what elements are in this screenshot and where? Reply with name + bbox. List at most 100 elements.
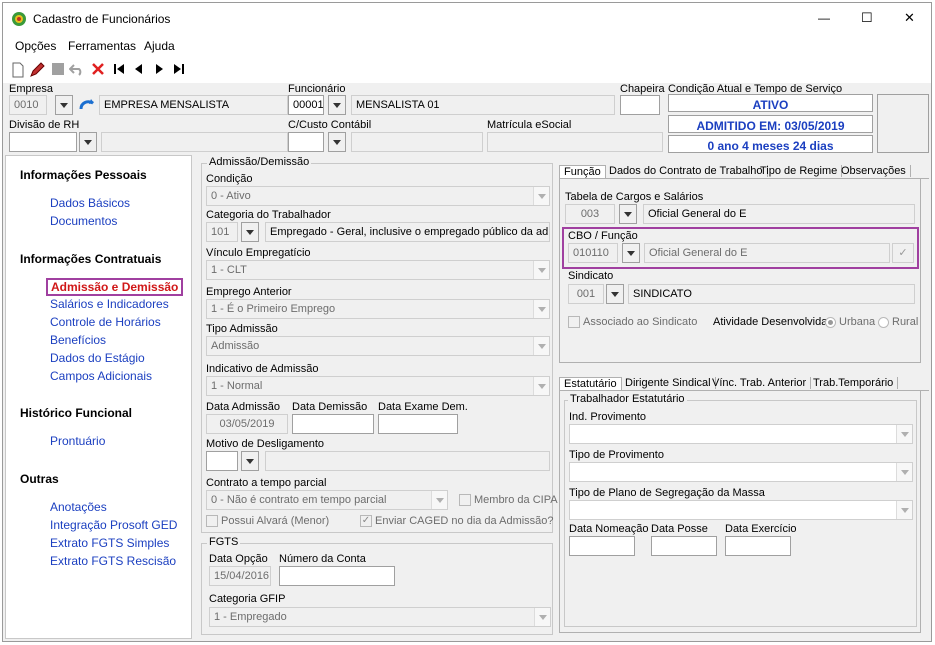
divisao-dropdown-button[interactable] — [79, 132, 97, 152]
sidebar-item-prontuario[interactable]: Prontuário — [50, 434, 105, 448]
previous-record-icon[interactable] — [133, 63, 145, 75]
save-icon[interactable] — [51, 62, 65, 76]
condicao-select[interactable]: 0 - Ativo — [206, 186, 550, 206]
divisao-field[interactable] — [9, 132, 77, 152]
funcionario-code-field[interactable]: 00001 — [288, 95, 324, 115]
data-exame-field[interactable] — [378, 414, 458, 434]
plano-segregacao-select[interactable] — [569, 500, 913, 520]
sidebar-item-documentos[interactable]: Documentos — [50, 214, 117, 228]
tab-temporario[interactable]: Trab.Temporário — [809, 377, 899, 389]
membro-cipa-checkbox[interactable] — [459, 494, 471, 506]
categoria-code[interactable]: 101 — [206, 222, 238, 242]
funcionario-label: Funcionário — [288, 83, 346, 95]
tabs-bottom: Estatutário Dirigente Sindical Vínc. Tra… — [559, 373, 929, 391]
photo-box[interactable] — [877, 94, 929, 153]
window-title: Cadastro de Funcionários — [33, 12, 171, 26]
tab-regime[interactable]: Tipo de Regime — [756, 165, 843, 177]
tab-observacoes[interactable]: Observações — [837, 165, 911, 177]
sindicato-code[interactable]: 001 — [568, 284, 604, 304]
urbana-radio[interactable] — [825, 317, 836, 328]
menu-help[interactable]: Ajuda — [144, 39, 175, 53]
caged-checkbox[interactable]: ✓ — [360, 515, 372, 527]
maximize-button[interactable]: ☐ — [861, 10, 873, 26]
custo-field[interactable] — [288, 132, 324, 152]
sidebar-item-fgts-simples[interactable]: Extrato FGTS Simples — [50, 536, 169, 550]
data-opcao-field[interactable]: 15/04/2016 — [209, 566, 271, 586]
empresa-code-field[interactable]: 0010 — [9, 95, 47, 115]
menu-options[interactable]: Opções — [15, 39, 56, 53]
first-record-icon[interactable] — [113, 63, 125, 75]
sidebar-item-fgts-rescisao[interactable]: Extrato FGTS Rescisão — [50, 554, 176, 568]
conta-field[interactable] — [279, 566, 395, 586]
associado-label: Associado ao Sindicato — [583, 316, 698, 328]
app-icon — [12, 12, 26, 26]
check-icon[interactable]: ✓ — [892, 243, 914, 263]
posse-field[interactable] — [651, 536, 717, 556]
nomeacao-field[interactable] — [569, 536, 635, 556]
sindicato-dropdown-button[interactable] — [606, 284, 624, 304]
categoria-text: Empregado - Geral, inclusive o empregado… — [265, 222, 550, 242]
menu-tools[interactable]: Ferramentas — [68, 39, 136, 53]
parcial-value: 0 - Não é contrato em tempo parcial — [211, 494, 387, 506]
associado-checkbox[interactable] — [568, 316, 580, 328]
sidebar-header-pessoais: Informações Pessoais — [20, 168, 147, 182]
alvara-checkbox[interactable] — [206, 515, 218, 527]
parcial-select[interactable]: 0 - Não é contrato em tempo parcial — [206, 490, 448, 510]
chapeira-field[interactable] — [620, 95, 660, 115]
sidebar-item-salarios[interactable]: Salários e Indicadores — [50, 297, 169, 311]
data-demissao-field[interactable] — [292, 414, 374, 434]
sidebar-item-dados-basicos[interactable]: Dados Básicos — [50, 196, 130, 210]
link-icon[interactable] — [78, 97, 96, 113]
sidebar-item-estagio[interactable]: Dados do Estágio — [50, 351, 145, 365]
rural-radio[interactable] — [878, 317, 889, 328]
chevron-down-icon — [533, 377, 549, 395]
tabela-dropdown-button[interactable] — [619, 204, 637, 224]
close-button[interactable]: ✕ — [904, 10, 915, 26]
ind-provimento-select[interactable] — [569, 424, 913, 444]
sidebar-item-prosoft[interactable]: Integração Prosoft GED — [50, 518, 177, 532]
vinculo-select[interactable]: 1 - CLT — [206, 260, 550, 280]
sidebar-item-beneficios[interactable]: Benefícios — [50, 333, 106, 347]
tab-contrato[interactable]: Dados do Contrato de Trabalho — [605, 165, 768, 177]
tab-estatutario[interactable]: Estatutário — [559, 377, 622, 390]
edit-icon[interactable] — [29, 62, 45, 78]
cbo-code[interactable]: 010110 — [568, 243, 618, 263]
title-bar: Cadastro de Funcionários — ☐ ✕ — [3, 3, 931, 33]
anterior-select[interactable]: 1 - É o Primeiro Emprego — [206, 299, 550, 319]
undo-icon[interactable] — [69, 62, 85, 76]
indicativo-value: 1 - Normal — [211, 380, 263, 392]
tabela-code[interactable]: 003 — [565, 204, 615, 224]
minimize-button[interactable]: — — [818, 11, 830, 25]
indicativo-select[interactable]: 1 - Normal — [206, 376, 550, 396]
next-record-icon[interactable] — [153, 63, 165, 75]
tab-vinc-anterior[interactable]: Vínc. Trab. Anterior — [708, 377, 812, 389]
funcionario-dropdown-button[interactable] — [328, 95, 346, 115]
motivo-dropdown-button[interactable] — [241, 451, 259, 471]
caged-label: Enviar CAGED no dia da Admissão? — [375, 515, 554, 527]
motivo-code[interactable] — [206, 451, 238, 471]
tab-dirigente[interactable]: Dirigente Sindical — [621, 377, 716, 389]
data-admissao-field[interactable]: 03/05/2019 — [206, 414, 288, 434]
chevron-down-icon — [896, 501, 912, 519]
sidebar-item-anotacoes[interactable]: Anotações — [50, 500, 107, 514]
delete-icon[interactable] — [91, 62, 105, 76]
categoria-dropdown-button[interactable] — [241, 222, 259, 242]
tipo-admissao-select[interactable]: Admissão — [206, 336, 550, 356]
cbo-dropdown-button[interactable] — [622, 243, 640, 263]
exercicio-field[interactable] — [725, 536, 791, 556]
sidebar-item-admissao[interactable]: Admissão e Demissão — [46, 278, 184, 296]
custo-dropdown-button[interactable] — [328, 132, 346, 152]
sidebar-item-horarios[interactable]: Controle de Horários — [50, 315, 161, 329]
new-icon[interactable] — [11, 62, 25, 78]
data-opcao-label: Data Opção — [209, 553, 268, 565]
gfip-select[interactable]: 1 - Empregado — [209, 607, 551, 627]
tab-funcao[interactable]: Função — [559, 165, 606, 178]
tipo-provimento-select[interactable] — [569, 462, 913, 482]
data-demissao-label: Data Demissão — [292, 401, 368, 413]
sidebar-item-campos[interactable]: Campos Adicionais — [50, 369, 152, 383]
chevron-down-icon — [533, 337, 549, 355]
empresa-dropdown-button[interactable] — [55, 95, 73, 115]
tipo-provimento-label: Tipo de Provimento — [569, 449, 664, 461]
last-record-icon[interactable] — [173, 63, 185, 75]
status-badge: ATIVO — [668, 94, 873, 112]
